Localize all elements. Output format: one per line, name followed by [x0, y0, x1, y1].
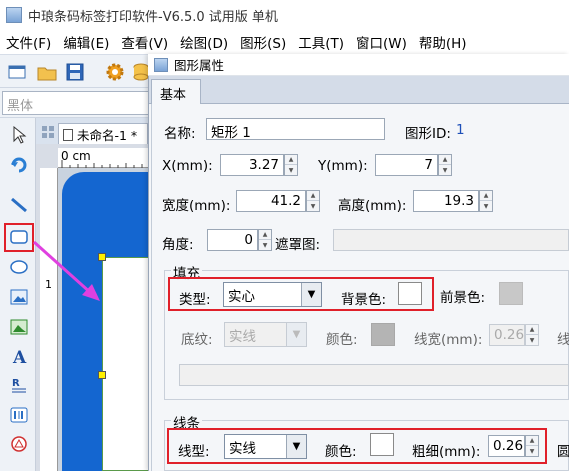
- angle-input[interactable]: 0: [207, 229, 258, 251]
- resize-handle-middle-left[interactable]: [98, 371, 106, 379]
- ruler-top: 0 cm: [58, 148, 156, 168]
- pointer-arrow: [32, 240, 100, 301]
- rich-text-tool-icon[interactable]: R: [8, 374, 30, 396]
- picture-tool-icon[interactable]: [8, 316, 30, 338]
- line-tool-icon[interactable]: [8, 194, 30, 216]
- tab-basic[interactable]: 基本: [151, 79, 201, 105]
- line-width-input[interactable]: 0.26: [489, 324, 525, 346]
- svg-text:A: A: [12, 348, 27, 367]
- height-label: 高度(mm):: [338, 198, 407, 214]
- tab-grid-icon: [42, 126, 54, 138]
- name-input[interactable]: 矩形 1: [206, 118, 385, 140]
- foreground-color-swatch[interactable]: [499, 282, 523, 305]
- name-label: 名称:: [164, 126, 196, 142]
- angle-label: 角度:: [162, 237, 194, 253]
- barcode-tool-icon[interactable]: [8, 404, 30, 426]
- texture-color-swatch[interactable]: [371, 323, 395, 346]
- height-spinner[interactable]: ▲ ▼: [479, 190, 493, 212]
- y-input[interactable]: 7: [375, 154, 438, 176]
- menu-bar: 文件(F) 编辑(E) 查看(V) 绘图(D) 图形(S) 工具(T) 窗口(W…: [0, 30, 569, 54]
- rotate-tool-icon[interactable]: [8, 152, 30, 174]
- highlight-line-row: [167, 428, 547, 464]
- line-width-spinner[interactable]: ▲ ▼: [525, 324, 539, 346]
- y-label: Y(mm):: [318, 158, 368, 174]
- text-tool-icon[interactable]: A: [8, 346, 30, 368]
- image-tool-icon[interactable]: [8, 286, 30, 308]
- svg-text:R: R: [12, 378, 20, 389]
- angle-spinner[interactable]: ▲ ▼: [258, 229, 272, 251]
- y-spinner[interactable]: ▲ ▼: [438, 154, 452, 176]
- x-spinner[interactable]: ▲ ▼: [284, 154, 298, 176]
- fill-clipped-label: 线: [557, 332, 569, 348]
- menu-file[interactable]: 文件(F): [0, 32, 57, 52]
- texture-label: 底纹:: [181, 332, 213, 348]
- shape-id-value: 1: [456, 122, 465, 138]
- width-spinner[interactable]: ▲ ▼: [306, 190, 320, 212]
- chevron-down-icon: ▼: [286, 323, 306, 346]
- open-folder-icon[interactable]: [36, 61, 58, 83]
- window-title: 中琅条码标签打印软件-V6.5.0 试用版 单机: [28, 9, 278, 25]
- dialog-title-bar: 图形属性: [148, 54, 569, 76]
- menu-view[interactable]: 查看(V): [115, 32, 174, 52]
- save-icon[interactable]: [64, 61, 86, 83]
- menu-window[interactable]: 窗口(W): [350, 32, 413, 52]
- ruler-ticks: [61, 160, 151, 168]
- shape-id-label: 图形ID:: [405, 126, 451, 142]
- x-input[interactable]: 3.27: [220, 154, 284, 176]
- line-clipped-label: 圆: [557, 444, 569, 460]
- x-label: X(mm):: [162, 158, 213, 174]
- fill-image-input[interactable]: [179, 364, 569, 386]
- width-input[interactable]: 41.2: [236, 190, 306, 212]
- mask-image-input[interactable]: [333, 229, 569, 251]
- mask-label: 遮罩图:: [275, 237, 321, 253]
- texture-value: 实线: [229, 329, 256, 345]
- texture-select[interactable]: 实线 ▼: [224, 322, 307, 347]
- title-bar: 中琅条码标签打印软件-V6.5.0 试用版 单机: [0, 0, 569, 30]
- menu-shape[interactable]: 图形(S): [234, 32, 292, 52]
- dialog-title: 图形属性: [174, 58, 225, 73]
- document-tab-label: 未命名-1 *: [76, 128, 138, 143]
- line-width-label: 线宽(mm):: [414, 332, 483, 348]
- dialog-tab-strip: [149, 76, 569, 104]
- menu-help[interactable]: 帮助(H): [413, 32, 473, 52]
- settings-gear-icon[interactable]: [104, 61, 126, 83]
- app-icon: [6, 7, 22, 23]
- menu-edit[interactable]: 编辑(E): [57, 32, 115, 52]
- height-input[interactable]: 19.3: [413, 190, 479, 212]
- highlight-fill-row: [168, 277, 434, 311]
- font-select[interactable]: 黑体: [2, 91, 152, 115]
- document-tab[interactable]: 未命名-1 *: [58, 123, 148, 144]
- texture-color-label: 颜色:: [326, 332, 358, 348]
- ruler-left: 1: [40, 168, 58, 471]
- new-document-icon[interactable]: [6, 61, 28, 83]
- menu-draw[interactable]: 绘图(D): [174, 32, 234, 52]
- dialog-icon: [154, 57, 168, 72]
- ellipse-tool-icon[interactable]: [8, 256, 30, 278]
- width-label: 宽度(mm):: [162, 198, 231, 214]
- warning-tool-icon[interactable]: [8, 432, 30, 454]
- pointer-tool-icon[interactable]: [8, 124, 30, 146]
- document-icon: [63, 129, 73, 141]
- foreground-color-label: 前景色:: [440, 290, 486, 306]
- menu-tools[interactable]: 工具(T): [292, 32, 350, 52]
